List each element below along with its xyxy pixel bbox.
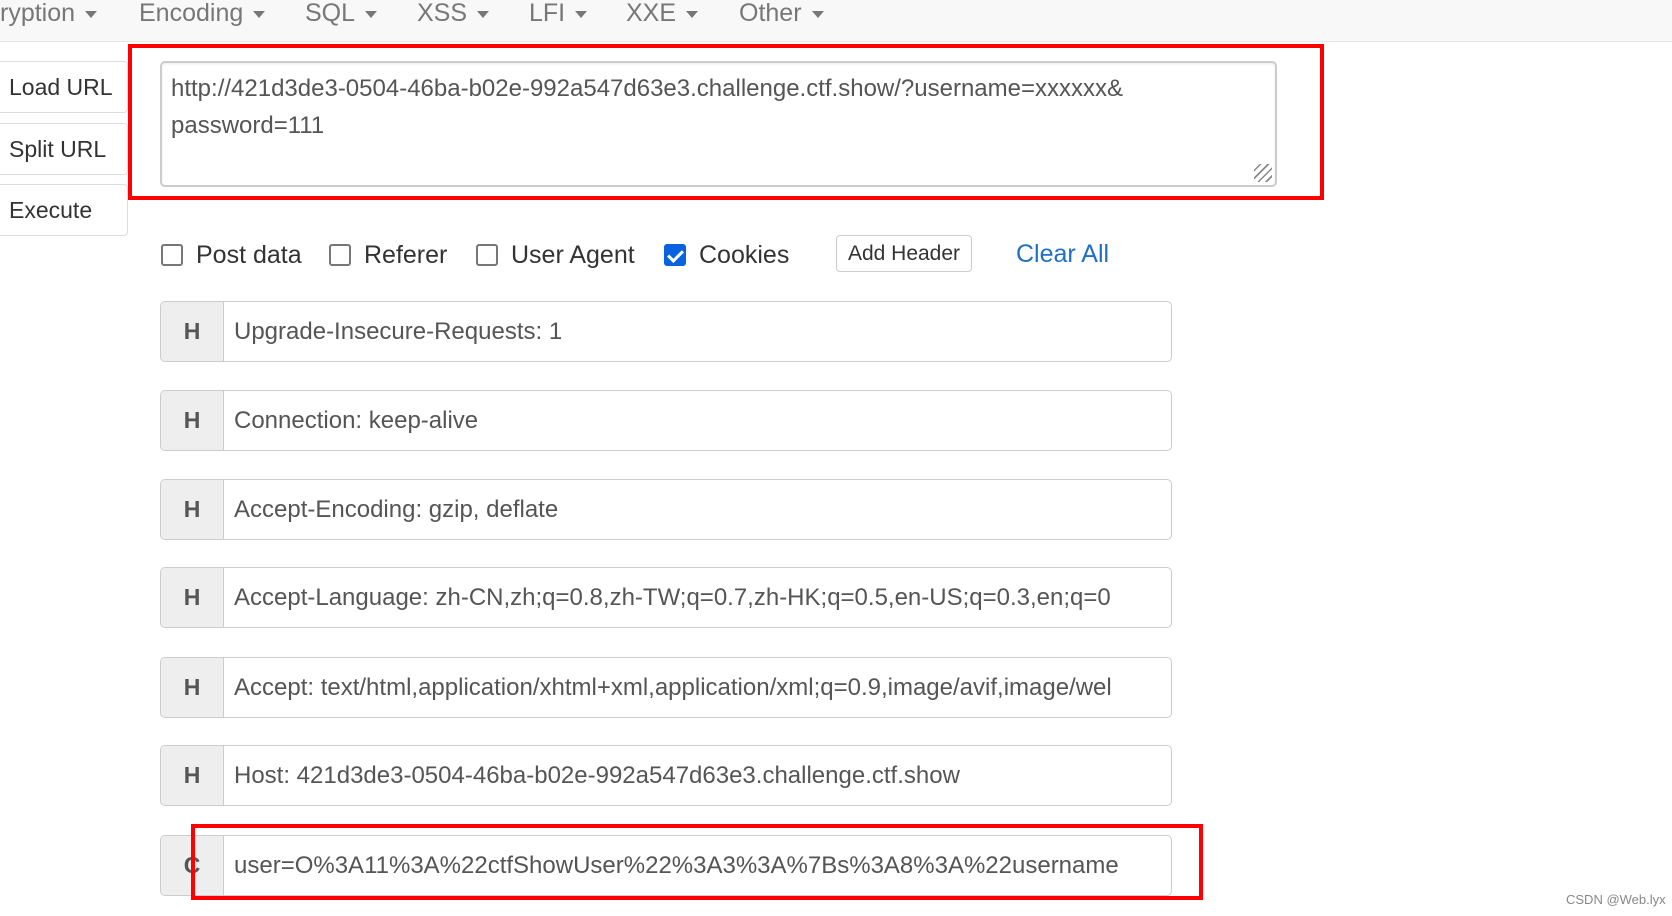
top-menu-bar: ryption Encoding SQL XSS LFI XXE Other <box>0 0 1672 42</box>
checkbox-label: Post data <box>196 241 302 269</box>
url-textarea[interactable]: http://421d3de3-0504-46ba-b02e-992a547d6… <box>160 61 1277 187</box>
header-type: H <box>161 391 224 450</box>
header-input[interactable]: Host: 421d3de3-0504-46ba-b02e-992a547d63… <box>224 746 960 805</box>
checkbox-icon <box>161 244 183 266</box>
header-row: H Upgrade-Insecure-Requests: 1 <box>160 301 1172 362</box>
menu-lfi[interactable]: LFI <box>529 0 588 27</box>
load-url-button[interactable]: Load URL <box>0 61 128 113</box>
checkbox-icon <box>329 244 351 266</box>
menu-sql[interactable]: SQL <box>305 0 378 27</box>
url-text: http://421d3de3-0504-46ba-b02e-992a547d6… <box>171 75 1124 139</box>
header-type: H <box>161 568 224 627</box>
header-input[interactable]: Accept-Language: zh-CN,zh;q=0.8,zh-TW;q=… <box>224 568 1111 627</box>
checkbox-checked-icon <box>664 244 686 266</box>
split-url-label: Split URL <box>9 136 107 162</box>
add-header-button[interactable]: Add Header <box>836 235 972 272</box>
caret-down-icon <box>253 10 266 18</box>
caret-down-icon <box>811 10 824 18</box>
header-type: H <box>161 302 224 361</box>
cookie-row: Cuser=O%3A11%3A%22ctfShowUser%22%3A3%3A%… <box>160 835 1172 896</box>
caret-down-icon <box>85 10 98 18</box>
menu-label: XSS <box>417 0 468 27</box>
caret-down-icon <box>686 10 699 18</box>
checkbox-label: Cookies <box>699 241 790 269</box>
menu-other[interactable]: Other <box>739 0 824 26</box>
header-type: H <box>161 480 224 539</box>
header-input[interactable]: Connection: keep-alive <box>224 391 478 450</box>
header-input[interactable]: Accept-Encoding: gzip, deflate <box>224 480 558 539</box>
checkbox-icon <box>476 244 498 266</box>
cookie-input[interactable]: user=O%3A11%3A%22ctfShowUser%22%3A3%3A%7… <box>224 836 1119 895</box>
menu-encoding[interactable]: Encoding <box>139 0 266 27</box>
execute-label: Execute <box>9 197 93 223</box>
header-row: H Accept-Encoding: gzip, deflate <box>160 479 1172 540</box>
user-agent-checkbox[interactable]: User Agent <box>476 241 635 269</box>
post-data-checkbox[interactable]: Post data <box>161 241 302 269</box>
header-type: H <box>161 658 224 717</box>
menu-label: Encoding <box>139 0 244 27</box>
clear-all-link[interactable]: Clear All <box>1016 240 1109 269</box>
checkbox-label: User Agent <box>511 241 635 269</box>
split-url-button[interactable]: Split URL <box>0 123 128 175</box>
menu-label: Other <box>739 0 802 27</box>
resize-grip-icon[interactable] <box>1254 164 1272 182</box>
cookie-type: C <box>161 836 224 895</box>
watermark: CSDN @Web.lyx <box>1566 892 1666 907</box>
menu-encryption[interactable]: ryption <box>0 0 98 27</box>
header-input[interactable]: Accept: text/html,application/xhtml+xml,… <box>224 658 1112 717</box>
load-url-label: Load URL <box>9 74 113 100</box>
cookies-checkbox[interactable]: Cookies <box>664 241 790 269</box>
checkbox-label: Referer <box>364 241 448 269</box>
menu-label: XXE <box>626 0 677 27</box>
menu-label: SQL <box>305 0 356 27</box>
header-row: H Accept-Language: zh-CN,zh;q=0.8,zh-TW;q… <box>160 567 1172 628</box>
header-row: H Host: 421d3de3-0504-46ba-b02e-992a547d6… <box>160 745 1172 806</box>
caret-down-icon <box>365 10 378 18</box>
menu-label: LFI <box>529 0 566 27</box>
menu-label: ryption <box>0 0 76 27</box>
caret-down-icon <box>575 10 588 18</box>
execute-button[interactable]: Execute <box>0 184 128 236</box>
menu-xxe[interactable]: XXE <box>626 0 699 27</box>
header-row: H Accept: text/html,application/xhtml+xml… <box>160 657 1172 718</box>
header-input[interactable]: Upgrade-Insecure-Requests: 1 <box>224 302 562 361</box>
header-type: H <box>161 746 224 805</box>
referer-checkbox[interactable]: Referer <box>329 241 448 269</box>
header-row: H Connection: keep-alive <box>160 390 1172 451</box>
menu-xss[interactable]: XSS <box>417 0 490 27</box>
caret-down-icon <box>477 10 490 18</box>
